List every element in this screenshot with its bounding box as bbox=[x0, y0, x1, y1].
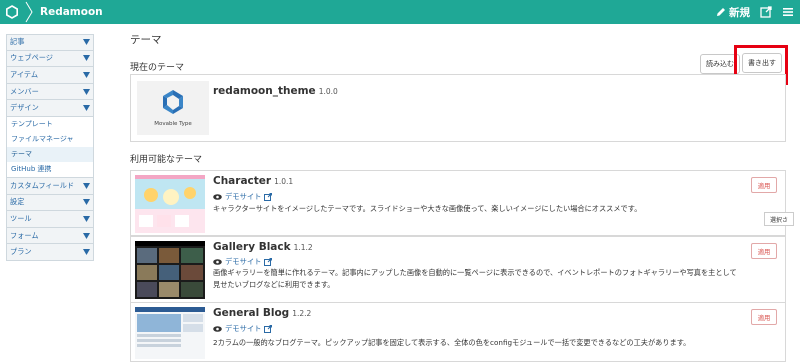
sidebar-item-webpages[interactable]: ウェブページ bbox=[6, 50, 94, 68]
demo-site-label: デモサイト bbox=[225, 192, 262, 201]
site-name[interactable]: Redamoon bbox=[40, 6, 103, 18]
eye-icon bbox=[213, 194, 222, 200]
current-theme-name: redamoon_theme 1.0.0 bbox=[213, 85, 338, 97]
sidebar-item-forms[interactable]: フォーム bbox=[6, 227, 94, 245]
theme-version: 1.0.1 bbox=[274, 177, 294, 186]
apply-button[interactable]: 適用 bbox=[751, 309, 777, 325]
theme-card-character: Character 1.0.1 デモサイト キャラクターサイトをイメージしたテーマ… bbox=[130, 170, 786, 236]
caret-down-icon[interactable] bbox=[81, 70, 91, 80]
sidebar-item-label: メンバー bbox=[10, 86, 39, 96]
current-theme-card: Movable Type redamoon_theme 1.0.0 bbox=[130, 74, 786, 142]
theme-name-text: Gallery Black bbox=[213, 241, 291, 253]
tooltip: 選択さ bbox=[764, 212, 794, 226]
thumbnail-caption: Movable Type bbox=[154, 121, 192, 127]
sidebar-item-label: アイテム bbox=[10, 69, 39, 79]
page-title: テーマ bbox=[130, 34, 162, 46]
sidebar-item-custom-fields[interactable]: カスタムフィールド bbox=[6, 177, 94, 195]
apply-button[interactable]: 適用 bbox=[751, 177, 777, 193]
sidebar-item-label: プラン bbox=[10, 247, 32, 257]
caret-down-icon[interactable] bbox=[81, 103, 91, 113]
design-submenu: テンプレート ファイルマネージャ テーマ GitHub 連携 bbox=[6, 116, 94, 178]
theme-version: 1.1.2 bbox=[293, 243, 313, 252]
sidebar-item-label: フォーム bbox=[10, 230, 39, 240]
sidebar-item-design[interactable]: デザイン bbox=[6, 100, 94, 117]
movable-type-logo-icon[interactable] bbox=[0, 0, 24, 24]
sidebar-item-label: 記事 bbox=[10, 37, 25, 47]
demo-site-link[interactable]: デモサイト bbox=[213, 192, 273, 202]
caret-down-icon[interactable] bbox=[81, 181, 91, 191]
external-link-icon[interactable] bbox=[760, 6, 772, 18]
sidebar-item-settings[interactable]: 設定 bbox=[6, 194, 94, 212]
top-bar: Redamoon 新規 bbox=[0, 0, 800, 24]
available-themes-heading: 利用可能なテーマ bbox=[130, 155, 203, 165]
submenu-item-templates[interactable]: テンプレート bbox=[7, 117, 93, 132]
sidebar-item-members[interactable]: メンバー bbox=[6, 83, 94, 101]
theme-description: 2カラムの一般的なブログテーマ。ピックアップ記事を固定して表示する、全体の色をc… bbox=[213, 338, 691, 347]
sidebar-item-assets[interactable]: アイテム bbox=[6, 67, 94, 84]
sidebar-item-label: 設定 bbox=[10, 197, 25, 207]
gallery-black-theme-thumbnail[interactable] bbox=[135, 241, 205, 299]
demo-site-label: デモサイト bbox=[225, 257, 262, 266]
theme-name-text: Character bbox=[213, 175, 272, 187]
character-theme-thumbnail[interactable] bbox=[135, 175, 205, 233]
external-link-icon bbox=[264, 325, 273, 333]
pencil-icon bbox=[717, 8, 725, 16]
submenu-item-github[interactable]: GitHub 連携 bbox=[7, 162, 93, 177]
external-link-icon bbox=[264, 193, 273, 201]
theme-name: Gallery Black 1.1.2 bbox=[213, 241, 313, 253]
sidebar-item-label: ウェブページ bbox=[10, 53, 53, 63]
breadcrumb-chevron-icon bbox=[25, 1, 33, 23]
caret-down-icon[interactable] bbox=[81, 231, 91, 241]
eye-icon bbox=[213, 326, 222, 332]
current-theme-thumbnail: Movable Type bbox=[137, 81, 209, 135]
caret-down-icon[interactable] bbox=[81, 53, 91, 63]
caret-down-icon[interactable] bbox=[81, 214, 91, 224]
theme-version: 1.2.2 bbox=[292, 309, 312, 318]
caret-down-icon[interactable] bbox=[81, 87, 91, 97]
theme-name-text: General Blog bbox=[213, 307, 290, 319]
theme-description: 画像ギャラリーを簡単に作れるテーマ。記事内にアップした画像を自動的に一覧ページに… bbox=[213, 268, 737, 289]
sidebar-item-plans[interactable]: プラン bbox=[6, 244, 94, 261]
theme-card-general-blog: General Blog 1.2.2 デモサイト 2カラムの一般的なブログテーマ。… bbox=[130, 302, 786, 362]
sidebar-item-entries[interactable]: 記事 bbox=[6, 34, 94, 51]
sidebar-item-tools[interactable]: ツール bbox=[6, 211, 94, 228]
external-link-icon bbox=[264, 258, 273, 266]
general-blog-theme-thumbnail[interactable] bbox=[135, 307, 205, 359]
current-theme-heading: 現在のテーマ bbox=[130, 63, 185, 73]
caret-down-icon[interactable] bbox=[81, 247, 91, 257]
eye-icon bbox=[213, 259, 222, 265]
hamburger-menu-icon[interactable] bbox=[782, 6, 794, 18]
sidebar-item-label: カスタムフィールド bbox=[10, 180, 75, 190]
sidebar-item-label: デザイン bbox=[10, 103, 39, 113]
demo-site-link[interactable]: デモサイト bbox=[213, 257, 273, 267]
sidebar: 記事 ウェブページ アイテム メンバー デザイン テンプレート ファイルマネージ… bbox=[6, 34, 94, 261]
caret-down-icon[interactable] bbox=[81, 197, 91, 207]
submenu-item-themes[interactable]: テーマ bbox=[7, 146, 93, 162]
demo-site-label: デモサイト bbox=[225, 324, 262, 333]
export-button[interactable]: 書き出す bbox=[742, 53, 782, 73]
theme-name: Character 1.0.1 bbox=[213, 175, 293, 187]
main-content: テーマ 現在のテーマ 読み込む 書き出す Movable Type redamo… bbox=[128, 24, 788, 362]
new-button[interactable]: 新規 bbox=[716, 5, 750, 20]
new-label: 新規 bbox=[729, 6, 750, 19]
theme-version: 1.0.0 bbox=[318, 87, 338, 96]
theme-name: General Blog 1.2.2 bbox=[213, 307, 311, 319]
theme-name-text: redamoon_theme bbox=[213, 85, 316, 97]
submenu-item-file-manager[interactable]: ファイルマネージャ bbox=[7, 132, 93, 147]
apply-button[interactable]: 適用 bbox=[751, 243, 777, 259]
demo-site-link[interactable]: デモサイト bbox=[213, 324, 273, 334]
sidebar-item-label: ツール bbox=[10, 213, 32, 223]
theme-description: キャラクターサイトをイメージしたテーマです。スライドショーや大きな画像使って、楽… bbox=[213, 204, 642, 213]
caret-down-icon[interactable] bbox=[81, 37, 91, 47]
